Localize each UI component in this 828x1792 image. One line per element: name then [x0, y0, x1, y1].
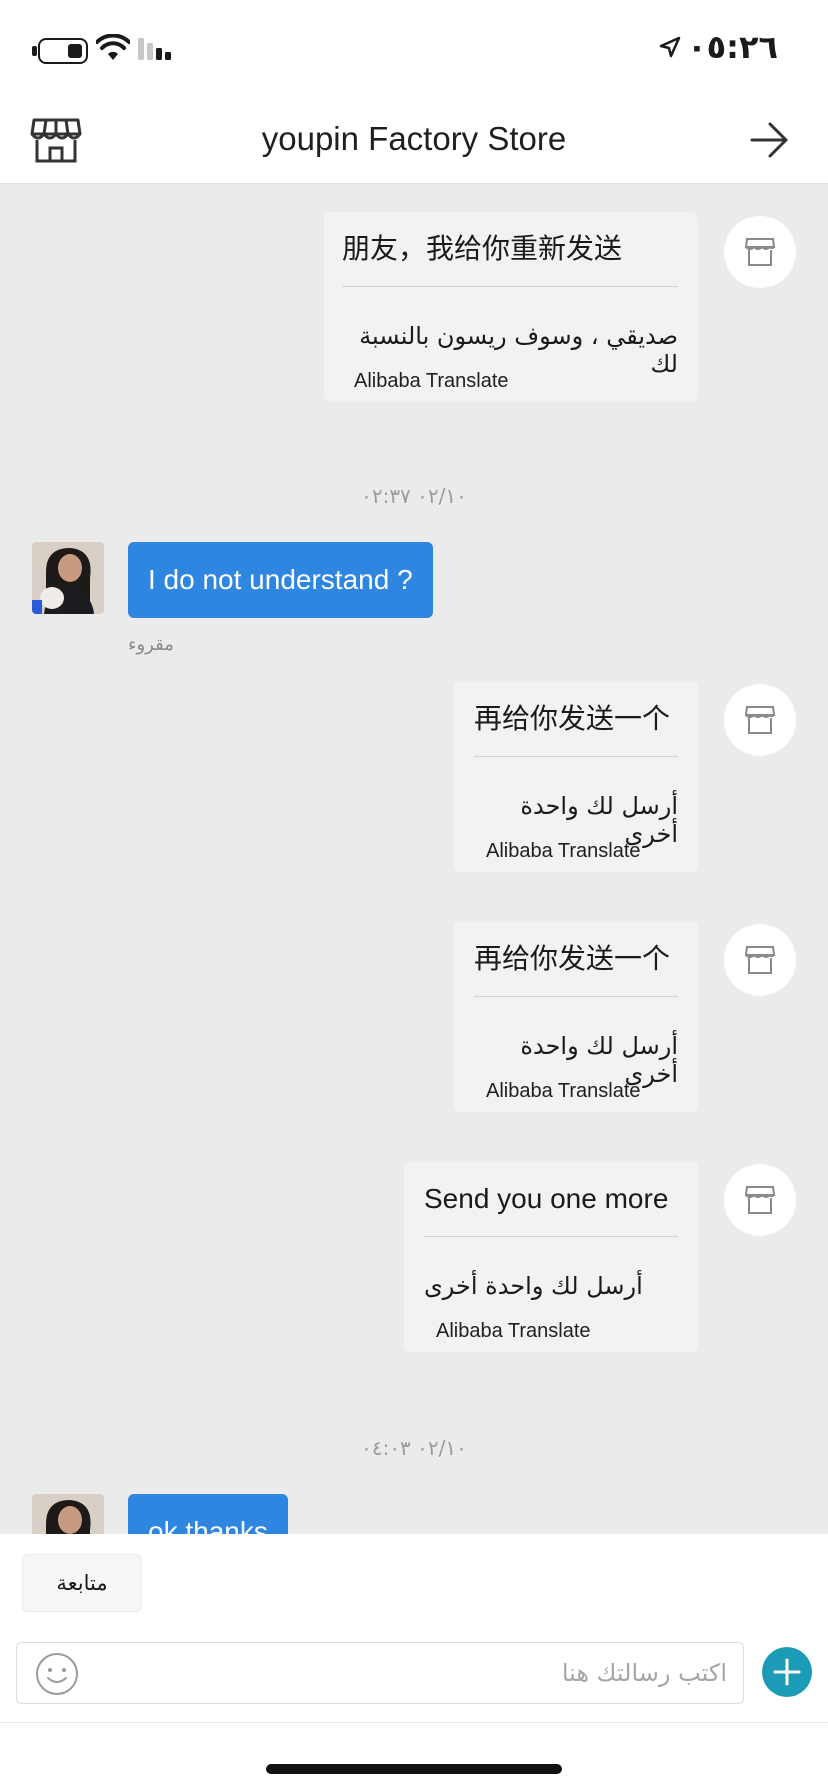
incoming-message[interactable]: 再给你发送一个 أرسل لك واحدة أخرى Alibaba Trans…: [454, 682, 698, 872]
message-original: 再给你发送一个: [474, 942, 671, 975]
chat-header: youpin Factory Store: [0, 96, 828, 184]
user-photo: [32, 542, 104, 614]
divider: [474, 756, 678, 757]
divider: [424, 1236, 678, 1237]
plus-button[interactable]: [762, 1647, 812, 1697]
incoming-message[interactable]: Send you one more أرسل لك واحدة أخرى Ali…: [404, 1162, 698, 1352]
store-avatar[interactable]: [724, 924, 796, 996]
outgoing-message[interactable]: ok thanks: [128, 1494, 288, 1534]
outgoing-message[interactable]: I do not understand ?: [128, 542, 433, 618]
store-icon: [744, 946, 776, 974]
incoming-message[interactable]: 朋友，我给你重新发送 صديقي ، وسوف ريسون بالنسبة لك…: [324, 212, 698, 402]
incoming-message[interactable]: 再给你发送一个 أرسل لك واحدة أخرى Alibaba Trans…: [454, 922, 698, 1112]
home-indicator: [266, 1764, 562, 1774]
translation-source: Alibaba Translate: [486, 1080, 641, 1102]
message-list[interactable]: 朋友，我给你重新发送 صديقي ، وسوف ريسون بالنسبة لك…: [0, 184, 828, 1534]
store-icon: [744, 1186, 776, 1214]
store-avatar[interactable]: [724, 684, 796, 756]
divider: [0, 1722, 828, 1723]
message-input[interactable]: [97, 1649, 727, 1697]
status-bar: ٠٥:٢٦: [0, 0, 828, 96]
battery-icon: [38, 38, 88, 64]
divider: [474, 996, 678, 997]
timestamp: ٠٢/١٠ ٠٤:٠٣: [361, 1436, 467, 1460]
read-status: مقروء: [128, 634, 174, 655]
message-original: 朋友，我给你重新发送: [342, 232, 623, 265]
message-original: 再给你发送一个: [474, 702, 671, 735]
translation-source: Alibaba Translate: [354, 370, 509, 392]
arrow-right-icon[interactable]: [750, 120, 790, 160]
timestamp: ٠٢/١٠ ٠٢:٣٧: [361, 484, 467, 508]
divider: [342, 286, 678, 287]
page-title: youpin Factory Store: [261, 120, 567, 157]
location-arrow-icon: [659, 36, 681, 58]
message-composer: [16, 1642, 744, 1704]
user-avatar[interactable]: [32, 1494, 104, 1534]
store-icon: [744, 706, 776, 734]
clock-group: ٠٥:٢٦: [659, 28, 778, 66]
user-photo: [32, 1494, 104, 1534]
translation-source: Alibaba Translate: [436, 1320, 591, 1342]
clock: ٠٥:٢٦: [687, 28, 778, 66]
store-avatar[interactable]: [724, 216, 796, 288]
follow-button[interactable]: متابعة: [22, 1554, 142, 1612]
message-original: Send you one more: [424, 1183, 669, 1214]
message-translation: أرسل لك واحدة أخرى: [424, 1272, 643, 1300]
emoji-icon[interactable]: [35, 1652, 79, 1696]
battery-tip: [32, 46, 37, 56]
user-avatar[interactable]: [32, 542, 104, 614]
translation-source: Alibaba Translate: [486, 840, 641, 862]
wifi-icon: [96, 34, 130, 60]
store-avatar[interactable]: [724, 1164, 796, 1236]
store-icon: [744, 238, 776, 266]
cellular-signal-icon: [138, 38, 171, 60]
